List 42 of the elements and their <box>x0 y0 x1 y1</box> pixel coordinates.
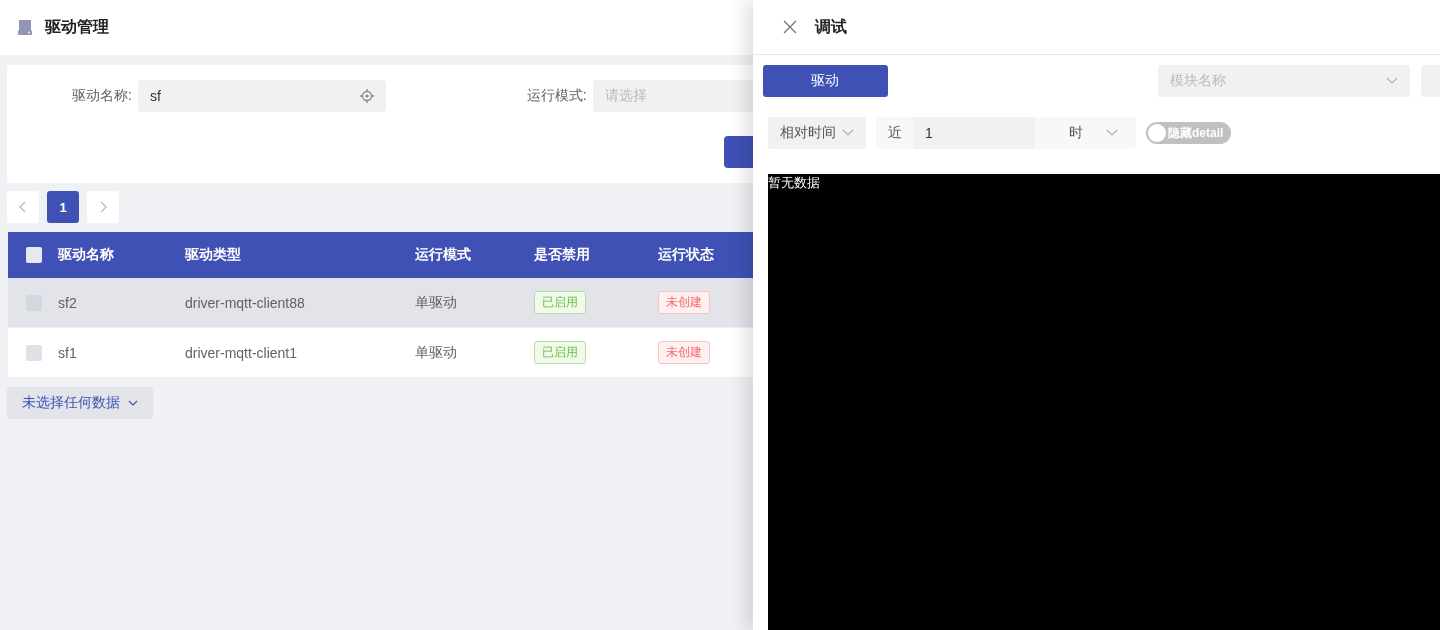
input-prefix: 近 <box>886 123 903 142</box>
chevron-down-icon <box>128 400 138 406</box>
table-cell: 单驱动 <box>405 278 524 328</box>
unit-select[interactable]: 时 <box>1035 117 1136 149</box>
column-header: 驱动类型 <box>175 232 405 278</box>
chevron-down-icon <box>1385 77 1398 85</box>
table-cell: driver-mqtt-client1 <box>175 327 405 378</box>
page-title: 驱动管理 <box>45 17 109 37</box>
enabled-tag: 已启用 <box>534 341 586 364</box>
prev-page-button[interactable] <box>7 191 39 223</box>
chevron-right-icon <box>99 201 107 213</box>
select-all-checkbox[interactable] <box>26 247 42 263</box>
duration-input[interactable]: 1 <box>913 117 1035 149</box>
selection-dropdown[interactable]: 未选择任何数据 <box>7 387 153 419</box>
chevron-down-icon <box>842 129 854 137</box>
column-header: 运行状态 <box>648 232 753 278</box>
table-cell: driver-mqtt-client88 <box>175 278 405 328</box>
row-checkbox[interactable] <box>26 344 42 361</box>
next-page-button[interactable] <box>87 191 119 223</box>
name-input[interactable]: sf <box>137 80 386 112</box>
column-header: 是否禁用 <box>524 232 648 278</box>
status-tag: 未创建 <box>658 291 710 314</box>
table-cell: sf2 <box>48 278 175 328</box>
locate-icon <box>359 89 374 103</box>
table-cell: sf1 <box>48 327 175 378</box>
column-header: 运行模式 <box>405 232 524 278</box>
field-label: 驱动名称: <box>71 87 133 105</box>
empty-text: 暂无数据 <box>768 174 820 192</box>
column-header: 驱动名称 <box>48 232 175 278</box>
drawer-title: 调试 <box>815 16 847 37</box>
close-icon[interactable] <box>783 20 797 34</box>
chevron-down-icon <box>1106 129 1118 137</box>
time-mode-select[interactable]: 相对时间 <box>768 117 866 149</box>
table-cell: 单驱动 <box>405 327 524 378</box>
field-label: 运行模式: <box>525 87 588 105</box>
page-button[interactable]: 1 <box>47 191 79 223</box>
chevron-left-icon <box>19 201 27 213</box>
drive-icon <box>17 19 33 36</box>
driver-button[interactable]: 驱动 <box>763 65 888 97</box>
search-button[interactable] <box>724 136 753 168</box>
status-tag: 未创建 <box>658 341 710 364</box>
enabled-tag: 已启用 <box>534 291 586 314</box>
